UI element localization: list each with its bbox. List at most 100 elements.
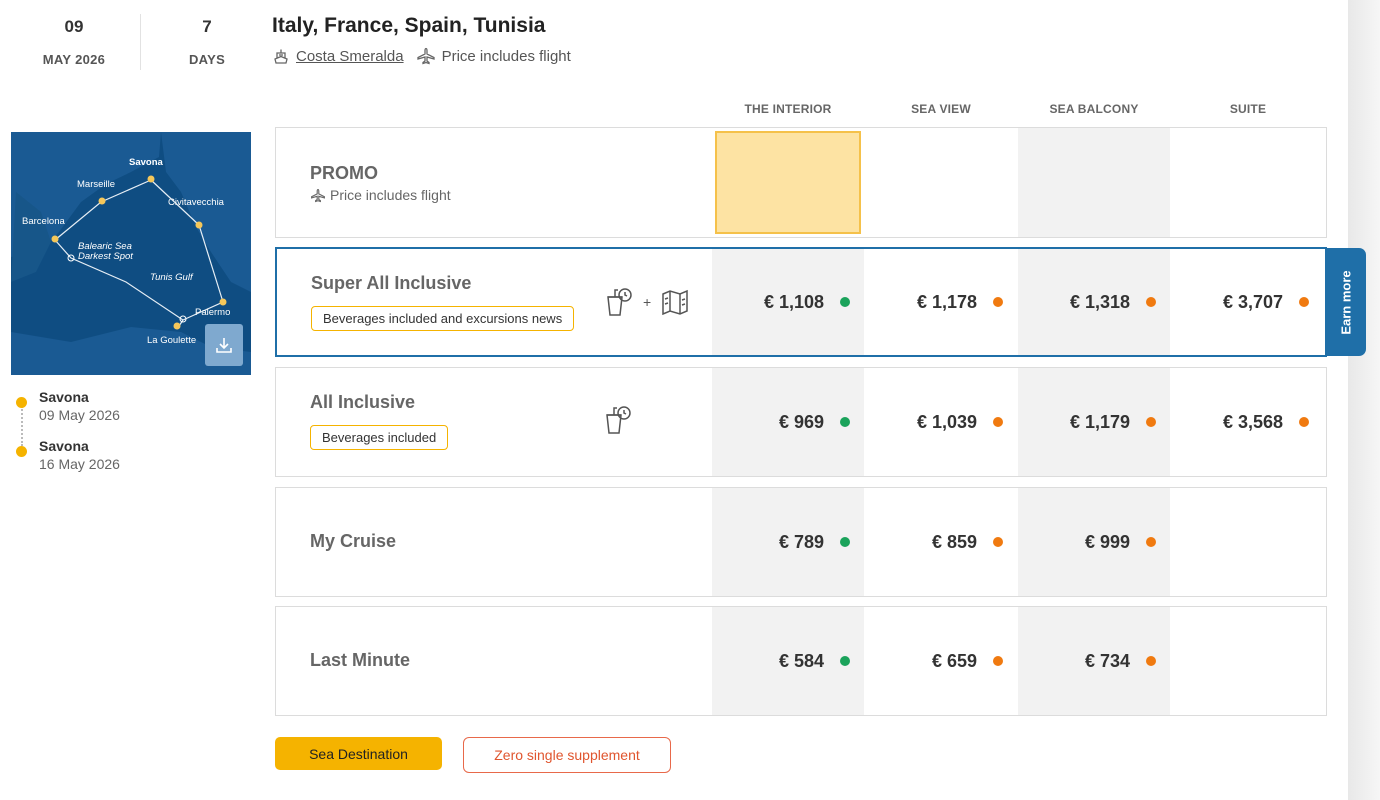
stop-dot [16,446,27,457]
stop-port: Savona [39,438,89,454]
price-cell-interior[interactable]: € 584 [712,607,864,715]
route-map[interactable]: Savona Marseille Civitavecchia Barcelona… [11,132,251,375]
price: € 1,178 [916,291,977,312]
price-cell-interior[interactable]: € 1,108 [712,249,864,355]
itinerary-stop: Savona 16 May 2026 [14,438,120,487]
earn-more-label: Earn more [1338,269,1354,335]
column-header-suite: SUITE [1229,102,1267,116]
fare-name: Super All Inclusive [311,273,472,293]
departure-day: 09 [64,17,84,36]
price: € 1,179 [1069,411,1130,432]
itinerary: Savona 09 May 2026 Savona 16 May 2026 [14,389,120,487]
price-cell-sea-balcony[interactable]: € 734 [1018,607,1170,715]
duration-unit: DAYS [188,52,226,67]
promo-highlight-cell[interactable] [715,131,861,234]
availability-dot [840,297,850,307]
sea-destination-badge[interactable]: Sea Destination [275,737,442,770]
column-header-interior: THE INTERIOR [744,102,832,116]
fare-name: All Inclusive [310,392,416,412]
stop-dot [16,397,27,408]
price-cell-suite[interactable]: € 3,707 [1171,249,1323,355]
fare-row-my-cruise[interactable]: My Cruise € 789 € 859 € 999 [275,487,1327,597]
fare-tag: Beverages included and excursions news [311,306,575,331]
itinerary-stop: Savona 09 May 2026 [14,389,120,438]
fare-inclusions [604,405,632,435]
map-download-button[interactable] [205,324,243,366]
price-cell-sea-balcony[interactable]: € 999 [1018,488,1170,596]
availability-dot [993,417,1003,427]
download-icon [216,338,232,353]
map-label-civitavecchia: Civitavecchia [168,197,224,208]
column-header-sea-balcony: SEA BALCONY [1049,102,1139,116]
departure-date: 09 MAY 2026 [20,17,128,67]
cruise-subline: Costa Smeralda Price includes flight [272,47,571,65]
cruise-duration: 7 DAYS [162,17,252,67]
plane-icon [311,188,325,202]
price: € 859 [931,531,977,552]
beverage-icon [606,406,631,434]
fare-subtitle: Price includes flight [310,187,451,203]
stop-date: 09 May 2026 [39,407,120,423]
ship-icon [274,49,288,64]
fare-row-super-all-inclusive[interactable]: Super All Inclusive Beverages included a… [275,247,1327,357]
price-cell-interior[interactable]: € 969 [712,368,864,476]
beverage-icon [607,288,632,316]
plus-sign: + [643,294,652,310]
availability-dot [1299,417,1309,427]
price: € 999 [1084,531,1130,552]
map-icon [662,289,688,315]
price: € 789 [778,531,824,552]
availability-dot [1146,537,1156,547]
price: € 3,707 [1222,291,1283,312]
map-label-palermo: Palermo [195,307,231,318]
price: € 1,108 [763,291,824,312]
availability-dot [840,656,850,666]
flight-note: Price includes flight [441,47,571,65]
fare-row-all-inclusive[interactable]: All Inclusive Beverages included € 969 €… [275,367,1327,477]
fare-inclusions: + [605,287,689,317]
map-label-savona: Savona [129,157,163,168]
page-right-shade [1348,0,1380,800]
price-cell-interior[interactable]: € 789 [712,488,864,596]
price: € 969 [778,411,824,432]
price-cell-suite[interactable]: € 3,568 [1171,368,1323,476]
availability-dot [1299,297,1309,307]
duration-number: 7 [202,17,212,36]
zero-single-supplement-badge[interactable]: Zero single supplement [463,737,671,773]
availability-dot [993,297,1003,307]
availability-dot [840,537,850,547]
availability-dot [1146,297,1156,307]
map-label-la-goulette: La Goulette [147,335,197,346]
price: € 734 [1084,650,1130,671]
promo-cell-sea-balcony [1018,128,1170,237]
header-divider [140,14,141,70]
earn-more-tab[interactable]: Earn more [1326,248,1366,356]
price: € 3,568 [1222,411,1283,432]
fare-tag: Beverages included [310,425,449,450]
price-cell-sea-view[interactable]: € 1,039 [865,368,1017,476]
plane-icon [416,47,435,65]
price: € 1,039 [916,411,977,432]
fare-name: My Cruise [310,531,397,551]
availability-dot [1146,417,1156,427]
availability-dot [1146,656,1156,666]
price: € 1,318 [1069,291,1130,312]
ship-name-link[interactable]: Costa Smeralda [296,48,404,65]
fare-subtitle-text: Price includes flight [330,187,451,203]
price-cell-sea-view[interactable]: € 859 [865,488,1017,596]
fare-row-promo[interactable]: PROMO Price includes flight [275,127,1327,238]
stop-date: 16 May 2026 [39,456,120,472]
availability-dot [840,417,850,427]
column-header-sea-view: SEA VIEW [911,102,971,116]
map-label-darkest-spot: Darkest Spot [78,251,133,262]
stop-port: Savona [39,389,89,405]
price-cell-sea-balcony[interactable]: € 1,179 [1018,368,1170,476]
price-cell-sea-view[interactable]: € 1,178 [865,249,1017,355]
fare-name: Last Minute [310,650,411,670]
map-label-marseille: Marseille [77,179,116,190]
fare-row-last-minute[interactable]: Last Minute € 584 € 659 € 734 [275,606,1327,716]
price-cell-sea-balcony[interactable]: € 1,318 [1018,249,1170,355]
departure-month-year: MAY 2026 [42,52,106,67]
price-cell-sea-view[interactable]: € 659 [865,607,1017,715]
price: € 584 [778,650,824,671]
